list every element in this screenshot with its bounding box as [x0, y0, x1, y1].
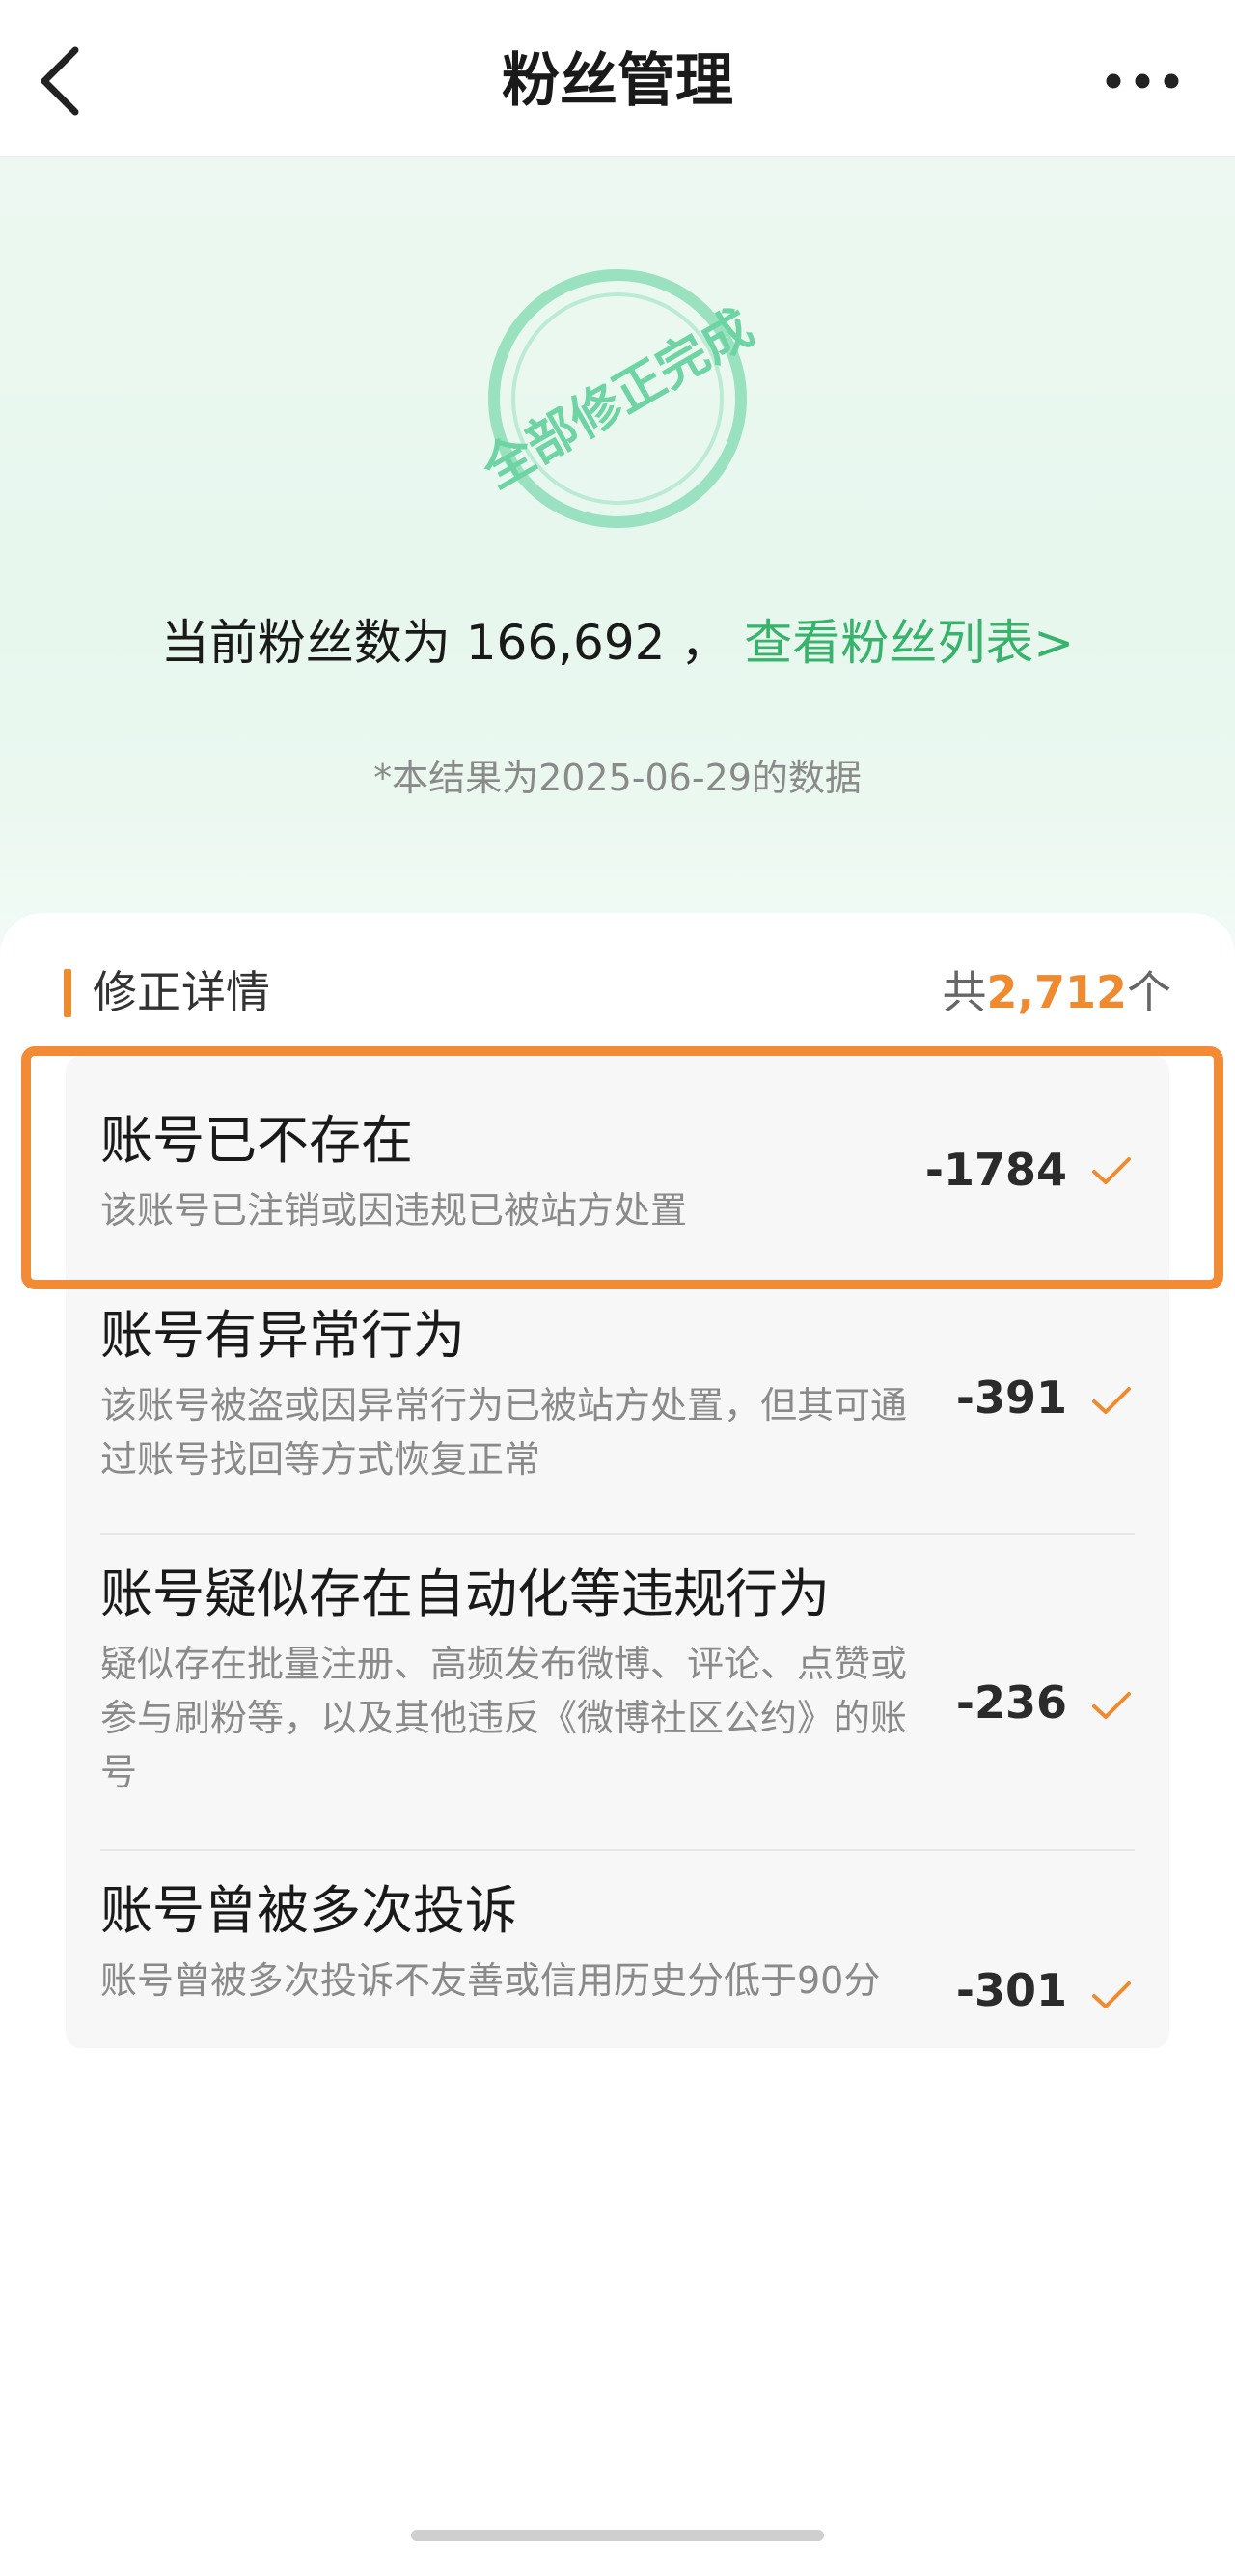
list-item[interactable]: 账号曾被多次投诉 账号曾被多次投诉不友善或信用历史分低于90分 -301: [100, 1876, 1135, 2016]
view-fans-list-link[interactable]: 查看粉丝列表>: [744, 615, 1074, 671]
list-item[interactable]: 账号有异常行为 该账号被盗或因异常行为已被站方处置，但其可通过账号找回等方式恢复…: [100, 1301, 1135, 1486]
item-description: 该账号被盗或因异常行为已被站方处置，但其可通过账号找回等方式恢复正常: [100, 1384, 908, 1481]
more-dots-icon[interactable]: [1102, 69, 1183, 93]
total-suffix: 个: [1127, 966, 1171, 1018]
home-indicator[interactable]: [411, 2530, 824, 2541]
divider: [100, 1533, 1135, 1535]
summary-hero: 全部修正完成 当前粉丝数为 166,692 ， 查看粉丝列表> *本结果为202…: [0, 157, 1235, 958]
top-nav-bar: 粉丝管理: [0, 0, 1235, 157]
item-title: 账号疑似存在自动化等违规行为: [100, 1564, 830, 1624]
item-count: -391: [955, 1371, 1067, 1424]
item-title: 账号曾被多次投诉: [100, 1880, 517, 1941]
check-icon: [1092, 1981, 1131, 2008]
check-icon: [1092, 1387, 1131, 1414]
page-title: 粉丝管理: [502, 47, 733, 115]
item-description: 账号曾被多次投诉不友善或信用历史分低于90分: [100, 1959, 881, 2002]
item-count: -301: [955, 1964, 1067, 2016]
completion-stamp: 全部修正完成: [473, 269, 762, 528]
fans-separator: ，: [680, 615, 729, 671]
total-prefix: 共: [942, 966, 987, 1018]
total-count: 共2,712个: [942, 961, 1171, 1023]
section-title: 修正详情: [93, 966, 270, 1018]
highlight-box: [21, 1046, 1223, 1289]
fans-prefix: 当前粉丝数为: [160, 615, 451, 671]
item-description: 疑似存在批量注册、高频发布微博、评论、点赞或参与刷粉等，以及其他违反《微博社区公…: [100, 1643, 908, 1793]
fans-count: 166,692: [465, 615, 666, 671]
item-title: 账号有异常行为: [100, 1305, 465, 1366]
list-item[interactable]: 账号疑似存在自动化等违规行为 疑似存在批量注册、高频发布微博、评论、点赞或参与刷…: [100, 1560, 1135, 1799]
item-count: -236: [955, 1676, 1067, 1729]
data-date-note: *本结果为2025-06-29的数据: [373, 757, 862, 799]
fans-count-line: 当前粉丝数为 166,692 ， 查看粉丝列表>: [0, 609, 1235, 677]
check-icon: [1092, 1692, 1131, 1719]
divider: [100, 1849, 1135, 1851]
total-number: 2,712: [986, 966, 1127, 1018]
section-accent-bar: [64, 969, 71, 1017]
